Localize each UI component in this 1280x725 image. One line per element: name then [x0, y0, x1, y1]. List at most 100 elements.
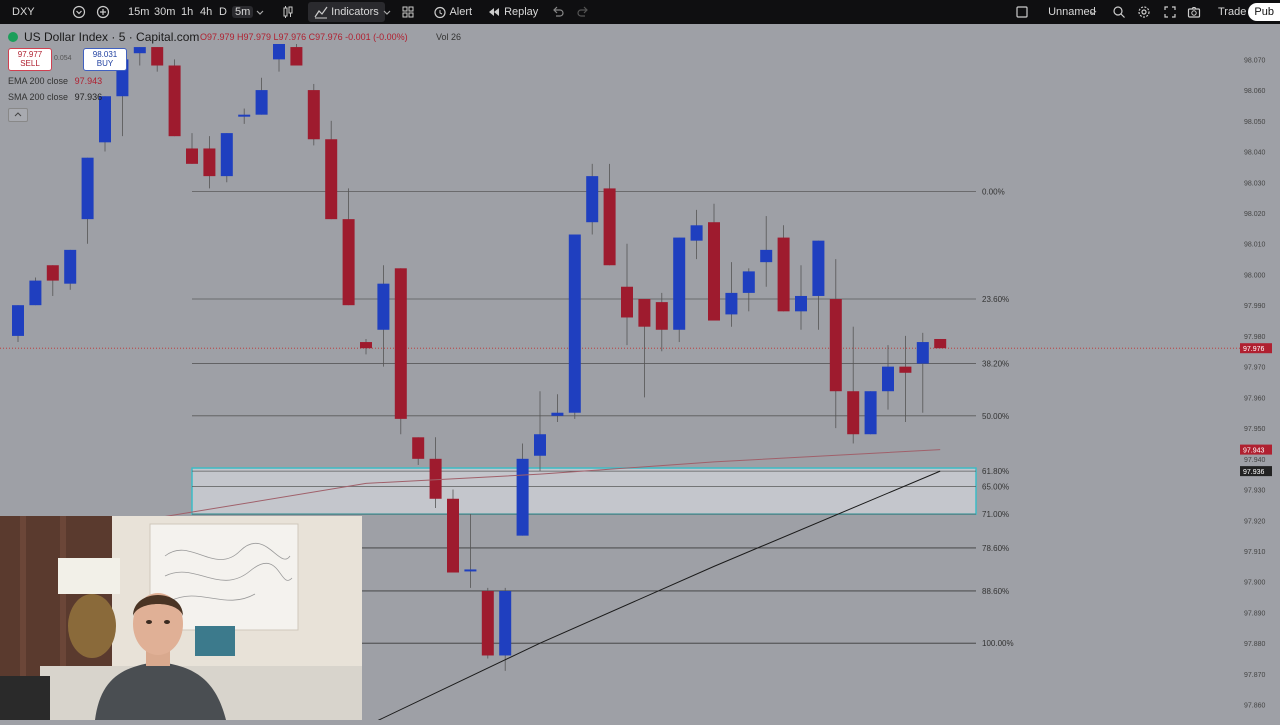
candle-body — [464, 569, 477, 572]
fib-label: 50.00% — [982, 412, 1009, 421]
interval-d[interactable]: D — [219, 0, 227, 24]
candle-body — [412, 437, 425, 459]
price-tick: 97.960 — [1244, 395, 1266, 402]
candle-body — [99, 96, 111, 143]
interval-5m[interactable]: 5m — [232, 3, 254, 21]
sma-label: SMA 200 close — [8, 92, 69, 102]
trade-button[interactable]: Trade — [1218, 0, 1246, 24]
redo-icon[interactable] — [576, 0, 590, 24]
replay-button[interactable]: Replay — [487, 0, 538, 24]
interval-30m[interactable]: 30m — [154, 0, 175, 24]
candle-body — [342, 219, 355, 306]
collapse-legend-button[interactable] — [8, 108, 28, 122]
ema-legend[interactable]: EMA 200 close 97.943 — [8, 76, 208, 86]
candle-body — [447, 498, 459, 573]
candle-body — [777, 237, 790, 312]
candle-body — [429, 458, 442, 499]
ema-label: EMA 200 close — [8, 76, 69, 86]
candle-body — [638, 299, 651, 327]
candle-body — [551, 412, 564, 416]
price-tick: 98.060 — [1244, 88, 1266, 95]
series-title[interactable]: US Dollar Index · 5 · Capital.com — [24, 30, 204, 44]
candle-body — [273, 44, 285, 60]
buy-button[interactable]: 98.031 BUY — [83, 48, 127, 71]
candle-body — [394, 268, 407, 419]
candle-body — [916, 342, 929, 364]
sell-button[interactable]: 97.977 SELL — [8, 48, 52, 71]
candle-body — [882, 366, 894, 392]
price-tick: 98.000 — [1244, 272, 1266, 279]
settings-gear-icon[interactable] — [1137, 0, 1151, 24]
price-tick: 97.880 — [1244, 641, 1266, 648]
interval-4h[interactable]: 4h — [200, 0, 212, 24]
buy-price: 98.031 — [92, 50, 118, 59]
candle-body — [133, 47, 146, 54]
price-tick: 97.950 — [1244, 426, 1266, 433]
candle-body — [64, 249, 77, 284]
fib-label: 88.60% — [982, 587, 1009, 596]
templates-icon[interactable] — [401, 0, 415, 24]
layout-dropdown-icon[interactable] — [1088, 0, 1098, 24]
candle-body — [621, 286, 633, 318]
fib-label: 78.60% — [982, 544, 1009, 553]
price-tick: 97.940 — [1244, 457, 1266, 464]
search-icon[interactable] — [1112, 0, 1126, 24]
indicators-button[interactable]: Indicators — [308, 2, 385, 22]
sma-legend[interactable]: SMA 200 close 97.936 — [8, 92, 208, 102]
symbol-label: DXY — [12, 6, 35, 18]
price-tick: 97.990 — [1244, 303, 1266, 310]
candle-type-icon[interactable] — [281, 0, 295, 24]
price-badge-label: 97.976 — [1243, 346, 1265, 353]
candle-body — [238, 114, 251, 117]
indicators-icon — [314, 6, 328, 19]
candle-body — [655, 302, 668, 330]
interval-1h[interactable]: 1h — [181, 0, 193, 24]
price-tick: 97.920 — [1244, 518, 1266, 525]
candle-body — [934, 338, 947, 349]
camera-icon[interactable] — [1187, 0, 1201, 24]
sma-value: 97.936 — [74, 92, 103, 102]
layout-button[interactable]: Unnamed — [1015, 0, 1096, 24]
presenter-video — [0, 516, 362, 720]
alert-button[interactable]: Alert — [433, 0, 472, 24]
interval-15m[interactable]: 15m — [128, 0, 149, 24]
candle-body — [46, 265, 59, 281]
price-tick: 97.900 — [1244, 580, 1266, 587]
fib-label: 23.60% — [982, 295, 1009, 304]
candle-body — [829, 299, 842, 392]
candle-body — [795, 295, 807, 312]
candle-body — [81, 157, 94, 220]
candle-body — [708, 222, 720, 321]
publish-button[interactable]: Pub — [1248, 3, 1280, 21]
layout-square-icon — [1016, 6, 1028, 18]
candle-body — [255, 90, 268, 115]
price-badge-label: 97.936 — [1243, 469, 1265, 476]
candle-body — [151, 47, 164, 66]
sell-price: 97.977 — [17, 50, 43, 59]
price-tick: 97.910 — [1244, 549, 1266, 556]
symbol-options-icon[interactable] — [72, 0, 86, 24]
replay-label: Replay — [504, 6, 539, 18]
fib-label: 65.00% — [982, 482, 1009, 491]
undo-icon[interactable] — [551, 0, 565, 24]
price-tick: 98.070 — [1244, 57, 1266, 64]
fib-zone — [191, 467, 977, 515]
fib-label: 61.80% — [982, 467, 1009, 476]
candle-body — [690, 225, 703, 241]
interval-dropdown-icon[interactable] — [255, 0, 265, 24]
candle-body — [742, 271, 755, 293]
spread-value: 0.054 — [54, 55, 72, 62]
ohlc-values: O97.979 H97.979 L97.976 C97.976 -0.001 (… — [200, 32, 408, 42]
indicators-label: Indicators — [331, 6, 379, 18]
candle-body — [603, 188, 616, 266]
price-badge-label: 97.943 — [1243, 448, 1265, 455]
indicators-dropdown-icon[interactable] — [382, 0, 392, 24]
top-toolbar: DXY 15m 30m 1h 4h D 5m Indicators Alert … — [0, 0, 1280, 24]
candle-body — [220, 133, 233, 177]
fullscreen-icon[interactable] — [1163, 0, 1177, 24]
candle-body — [12, 305, 24, 336]
compare-add-icon[interactable] — [96, 0, 110, 24]
candle-body — [290, 47, 303, 66]
candle-body — [186, 148, 198, 164]
candle-body — [812, 240, 825, 296]
